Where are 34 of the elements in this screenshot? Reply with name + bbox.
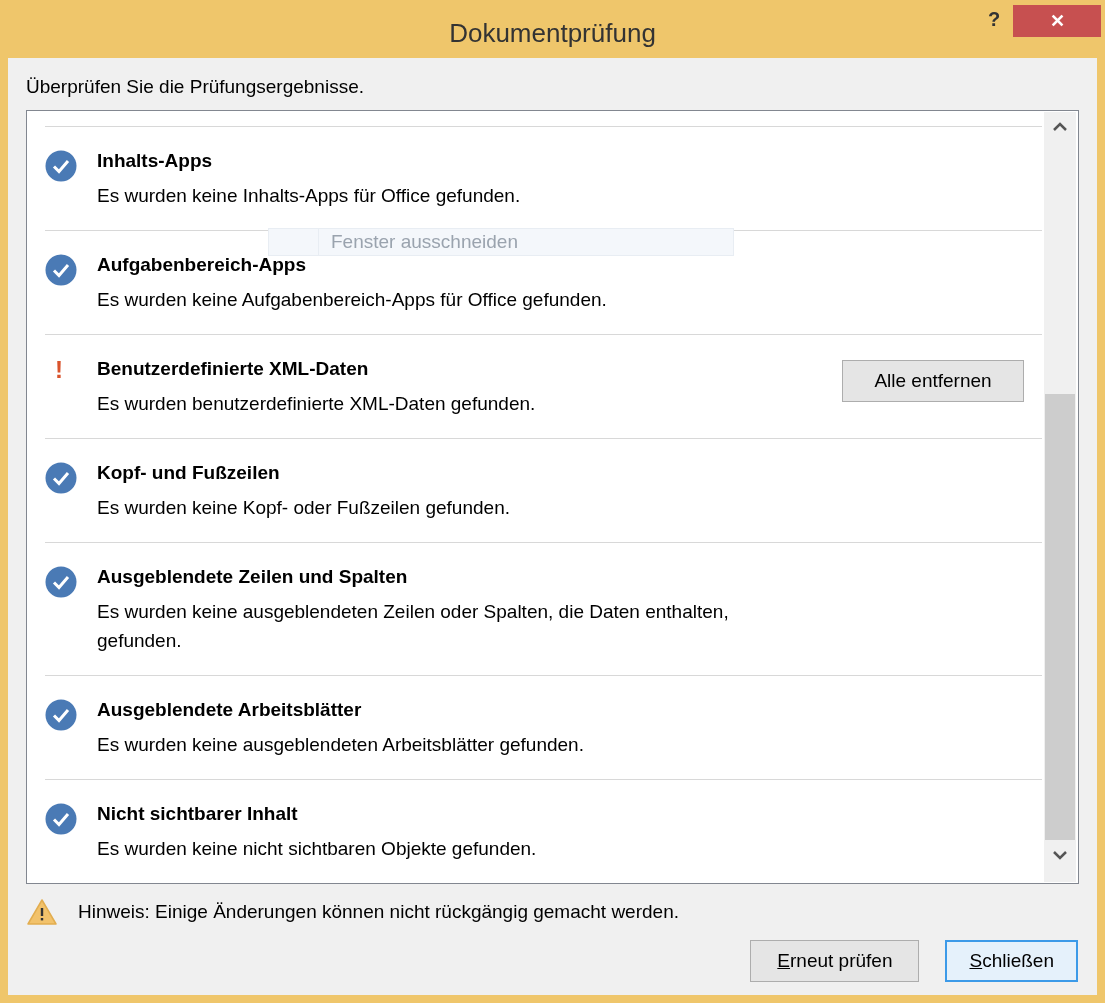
exclamation-icon: ! xyxy=(55,357,63,383)
warning-icon xyxy=(26,898,58,926)
check-icon xyxy=(45,462,77,494)
close-button[interactable]: ✕ xyxy=(1013,5,1101,37)
result-description: Es wurden keine Kopf- oder Fußzeilen gefunden. xyxy=(97,496,511,520)
result-title: Nicht sichtbarer Inhalt xyxy=(97,802,299,826)
check-icon xyxy=(45,150,77,182)
dialog-button[interactable]: Schließen xyxy=(945,940,1078,982)
instruction-text: Überprüfen Sie die Prüfungsergebnisse. xyxy=(26,74,364,99)
result-description: Es wurden keine Inhalts-Apps für Office gefunden. xyxy=(97,184,522,208)
result-title: Aufgabenbereich-Apps xyxy=(97,253,308,277)
result-title: Benutzerdefinierte XML-Daten xyxy=(97,357,370,381)
check-icon xyxy=(45,254,77,286)
remove-all-button[interactable]: Alle entfernen xyxy=(842,360,1024,402)
result-title: Kopf- und Fußzeilen xyxy=(97,461,281,485)
scrollbar[interactable] xyxy=(1044,112,1076,882)
result-description: Es wurden keine ausgeblendeten Arbeitsblätter gefunden. xyxy=(97,733,585,757)
scroll-up-icon[interactable] xyxy=(1053,122,1067,132)
scroll-thumb[interactable] xyxy=(1045,394,1075,840)
warning-text: Hinweis: Einige Änderungen können nicht rückgängig gemacht werden. xyxy=(78,899,679,924)
check-icon xyxy=(45,566,77,598)
result-title: Ausgeblendete Zeilen und Spalten xyxy=(97,565,409,589)
result-title: Ausgeblendete Arbeitsblätter xyxy=(97,698,363,722)
check-icon xyxy=(45,803,77,835)
window-title: Dokumentprüfung xyxy=(449,17,656,50)
dialog-button[interactable]: Erneut prüfen xyxy=(750,940,920,982)
result-description: Es wurden keine Aufgabenbereich-Apps für Office gefunden. xyxy=(97,288,608,312)
result-description: Es wurden keine ausgeblendeten Zeilen oder Spalten, die Daten enthalten, gefunden. xyxy=(97,600,730,653)
result-title: Inhalts-Apps xyxy=(97,149,214,173)
result-description: Es wurden keine nicht sichtbaren Objekte gefunden. xyxy=(97,837,538,861)
scroll-down-icon[interactable] xyxy=(1053,850,1067,860)
help-button[interactable]: ? xyxy=(983,4,1005,34)
result-description: Es wurden benutzerdefinierte XML-Daten gefunden. xyxy=(97,392,537,416)
check-icon xyxy=(45,699,77,731)
